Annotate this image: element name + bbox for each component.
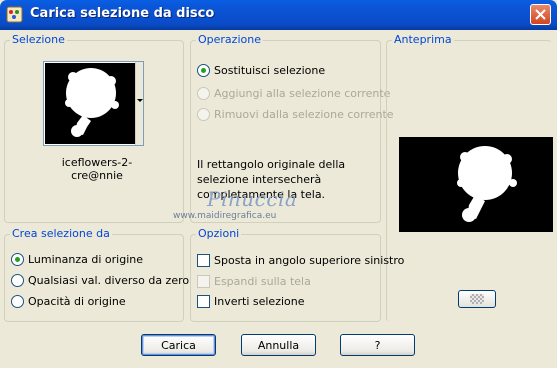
checkbox-label: Espandi sulla tela: [214, 275, 311, 288]
selection-thumbnail: [45, 63, 135, 144]
close-icon: [535, 9, 546, 20]
radio-button[interactable]: [11, 274, 24, 287]
help-button[interactable]: ?: [340, 334, 415, 356]
anteprima-group: Anteprima: [386, 33, 553, 322]
radio-label: Sostituisci selezione: [214, 64, 326, 77]
radio-label: Qualsiasi val. diverso da zero: [28, 274, 190, 287]
checkbox-label: Inverti selezione: [214, 295, 305, 308]
radio-luminanza[interactable]: Luminanza di origine: [11, 253, 143, 266]
radio-sostituisci[interactable]: Sostituisci selezione: [197, 64, 325, 77]
radio-label: Opacità di origine: [28, 295, 126, 308]
opzioni-group: Opzioni Sposta in angolo superiore sinis…: [190, 227, 404, 322]
radio-aggiungi[interactable]: Aggiungi alla selezione corrente: [197, 87, 390, 100]
app-palette-icon: [6, 6, 23, 23]
crea-selezione-label: Crea selezione da: [10, 227, 112, 240]
title-bar[interactable]: Carica selezione da disco: [0, 0, 557, 30]
preview-canvas: [399, 137, 553, 232]
check-inverti[interactable]: Inverti selezione: [197, 295, 305, 308]
flower-shape-icon: [65, 68, 119, 137]
anteprima-label: Anteprima: [392, 33, 454, 46]
dialog-window: Carica selezione da disco Selezione icef…: [0, 0, 557, 368]
check-espandi[interactable]: Espandi sulla tela: [197, 275, 311, 288]
checker-icon: [470, 294, 484, 304]
radio-opacita[interactable]: Opacità di origine: [11, 295, 126, 308]
radio-button[interactable]: [197, 64, 210, 77]
radio-label: Rimuovi dalla selezione corrente: [214, 108, 394, 121]
radio-rimuovi[interactable]: Rimuovi dalla selezione corrente: [197, 108, 394, 121]
checkbox[interactable]: [197, 295, 210, 308]
radio-button[interactable]: [197, 87, 210, 100]
radio-qualsiasi[interactable]: Qualsiasi val. diverso da zero: [11, 274, 189, 287]
radio-button[interactable]: [11, 295, 24, 308]
selezione-group: Selezione iceflowers-2-cre@nnie: [4, 33, 184, 223]
checkbox-label: Sposta in angolo superiore sinistro: [214, 254, 405, 267]
check-sposta[interactable]: Sposta in angolo superiore sinistro: [197, 254, 404, 267]
watermark: Pinuccia www.maidiregrafica.eu: [173, 40, 297, 221]
checkbox[interactable]: [197, 275, 210, 288]
opzioni-label: Opzioni: [196, 227, 242, 240]
selection-thumbnail-dropdown[interactable]: [43, 61, 144, 146]
selezione-label: Selezione: [10, 33, 67, 46]
carica-button[interactable]: Carica: [141, 334, 216, 356]
watermark-name: Pinuccia: [207, 187, 298, 211]
radio-button[interactable]: [11, 253, 24, 266]
crea-selezione-group: Crea selezione da Luminanza di origine Q…: [4, 227, 189, 322]
radio-label: Luminanza di origine: [28, 253, 143, 266]
preview-flower-icon: [457, 146, 517, 222]
close-button[interactable]: [530, 4, 551, 25]
window-title: Carica selezione da disco: [30, 6, 215, 21]
selection-file-name: iceflowers-2-cre@nnie: [61, 156, 133, 182]
radio-button[interactable]: [197, 108, 210, 121]
preview-transparency-button[interactable]: [458, 290, 496, 308]
dropdown-arrow-icon[interactable]: [135, 62, 143, 145]
radio-label: Aggiungi alla selezione corrente: [214, 87, 391, 100]
operazione-label: Operazione: [196, 33, 263, 46]
annulla-button[interactable]: Annulla: [241, 334, 316, 356]
watermark-site: www.maidiregrafica.eu: [173, 211, 277, 221]
checkbox[interactable]: [197, 254, 210, 267]
